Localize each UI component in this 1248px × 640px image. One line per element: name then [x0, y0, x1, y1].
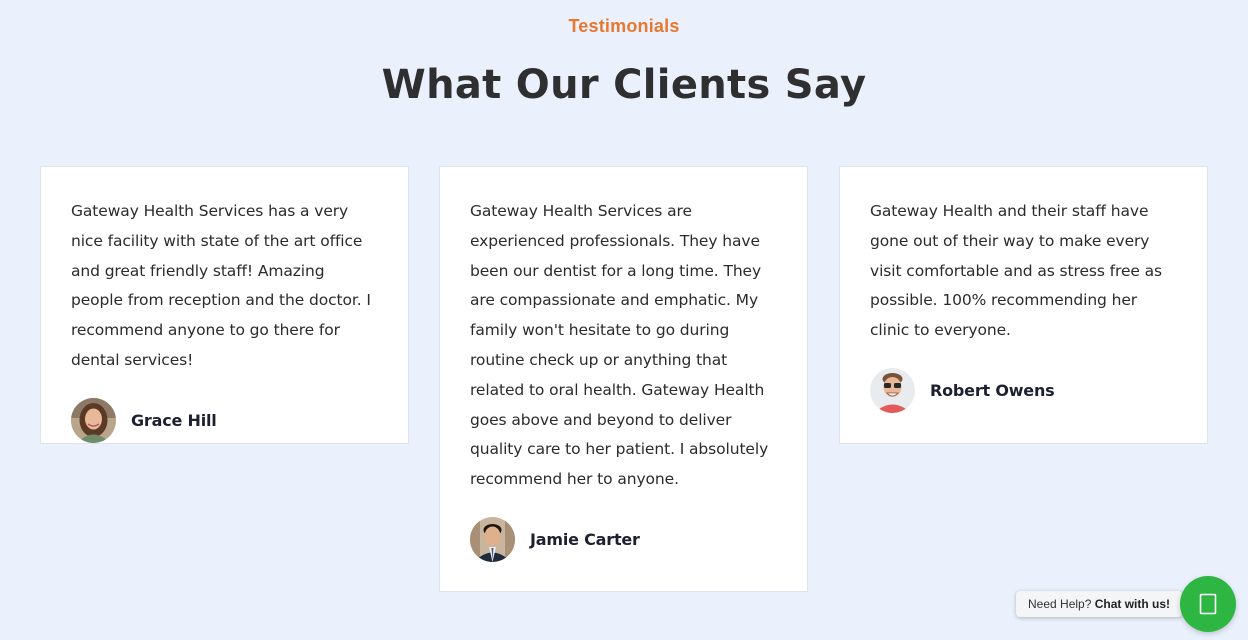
testimonial-author: Robert Owens — [870, 368, 1177, 414]
chat-button[interactable] — [1180, 576, 1236, 632]
chat-prompt-action: Chat with us! — [1094, 597, 1171, 611]
avatar — [870, 368, 915, 414]
woman-portrait-icon — [71, 398, 116, 444]
man-portrait-suit-icon — [470, 517, 515, 563]
testimonial-author: Jamie Carter — [470, 517, 777, 563]
testimonial-text: Gateway Health and their staff have gone… — [870, 202, 1163, 340]
testimonial-card: Gateway Health Services has a very nice … — [40, 166, 409, 444]
section-eyebrow: Testimonials — [568, 16, 680, 36]
author-name: Grace Hill — [131, 411, 217, 431]
chat-icon — [1199, 593, 1217, 615]
testimonial-author: Grace Hill — [71, 398, 378, 444]
man-portrait-glasses-icon — [870, 368, 915, 414]
section-title: What Our Clients Say — [381, 62, 867, 108]
author-name: Jamie Carter — [530, 530, 640, 550]
chat-prompt-bubble[interactable]: Need Help? Chat with us! — [1016, 591, 1183, 617]
avatar — [470, 517, 515, 563]
author-name: Robert Owens — [930, 381, 1055, 401]
avatar — [71, 398, 116, 444]
testimonial-card: Gateway Health and their staff have gone… — [839, 166, 1208, 444]
testimonial-card: Gateway Health Services are experienced … — [439, 166, 808, 592]
testimonial-text: Gateway Health Services has a very nice … — [71, 202, 371, 369]
chat-prompt-prefix: Need Help? — [1028, 597, 1095, 611]
testimonial-text: Gateway Health Services are experienced … — [470, 202, 769, 489]
